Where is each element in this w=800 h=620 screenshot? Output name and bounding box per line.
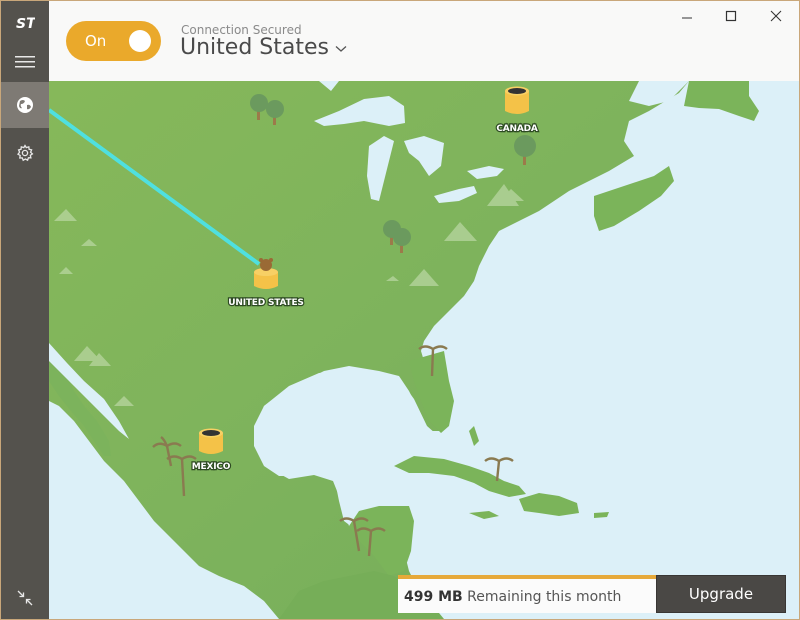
quota-progress-bar (398, 575, 656, 579)
upgrade-button[interactable]: Upgrade (656, 575, 786, 613)
menu-button[interactable] (1, 39, 49, 85)
chevron-down-icon (335, 45, 347, 52)
header: On Connection Secured United States (49, 1, 799, 81)
selected-country: United States (180, 35, 329, 60)
close-icon (770, 10, 782, 22)
minimize-icon (682, 17, 692, 19)
minimize-button[interactable] (665, 1, 709, 31)
close-button[interactable] (754, 1, 798, 31)
sidebar-item-settings[interactable] (1, 130, 49, 176)
quota-label: Remaining this month (467, 589, 622, 605)
maximize-button[interactable] (709, 1, 753, 31)
globe-icon (17, 97, 33, 113)
maximize-icon (725, 10, 737, 22)
collapse-arrows-icon (17, 590, 33, 606)
gear-icon (17, 144, 34, 162)
gulf-st-lawrence (629, 81, 689, 106)
app-window: ꓢT On Connection Secured United States U… (0, 0, 800, 620)
quota-text: 499 MB Remaining this month (404, 589, 621, 605)
toggle-label: On (85, 32, 107, 50)
tunnelbear-logo: ꓢT (1, 3, 49, 43)
toggle-knob (129, 30, 151, 52)
world-map[interactable]: UNITED STATES CANADA MEXICO 499 MB Remai… (49, 81, 799, 619)
collapse-button[interactable] (1, 575, 49, 619)
land-newfoundland (684, 81, 759, 121)
pin-label-mexico: MEXICO (192, 462, 231, 472)
sidebar-item-map[interactable] (1, 82, 49, 128)
country-selector[interactable]: United States (180, 35, 347, 60)
vpn-toggle[interactable]: On (66, 21, 161, 61)
data-quota-panel: 499 MB Remaining this month (398, 575, 656, 613)
map-canvas: UNITED STATES CANADA MEXICO (49, 81, 799, 619)
logo-icon: ꓢT (16, 16, 35, 31)
hamburger-icon (15, 56, 35, 68)
pin-label-canada: CANADA (496, 124, 538, 134)
sidebar: ꓢT (1, 1, 49, 619)
quota-amount: 499 MB (404, 589, 463, 605)
pin-label-united-states: UNITED STATES (228, 298, 303, 308)
svg-text:ꓢT: ꓢT (16, 16, 35, 31)
